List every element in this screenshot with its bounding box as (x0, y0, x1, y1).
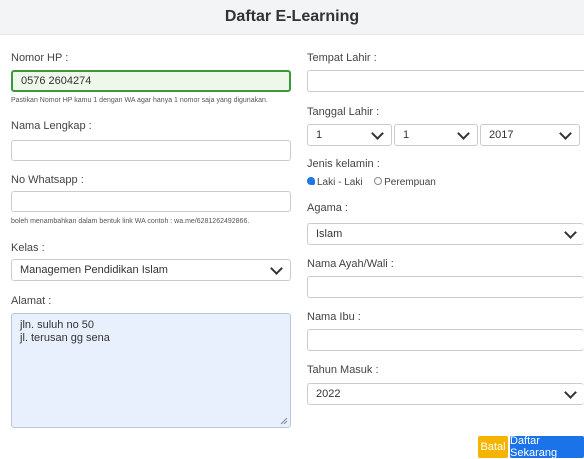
tempat-lahir-input[interactable] (307, 70, 584, 92)
agama-label: Agama : (307, 202, 348, 214)
ibu-input[interactable] (307, 329, 584, 351)
ibu-label: Nama Ibu : (307, 311, 361, 323)
resize-grip-icon[interactable] (280, 417, 288, 425)
tanggal-day-select[interactable]: 1 (307, 124, 392, 146)
page-title: Daftar E-Learning (224, 8, 360, 25)
chevron-down-icon (564, 225, 577, 239)
agama-selected: Islam (316, 228, 343, 240)
gender-options: Laki - Laki Perempuan (307, 177, 436, 188)
radio-checked-icon (307, 177, 315, 186)
phone-label: Nomor HP : (11, 52, 69, 64)
tahun-masuk-selected: 2022 (316, 388, 341, 400)
chevron-down-icon (564, 385, 577, 399)
ayah-input[interactable] (307, 276, 584, 298)
ayah-label: Nama Ayah/Wali : (307, 258, 394, 270)
gender-male-label: Laki - Laki (317, 177, 363, 188)
kelas-select[interactable]: Managemen Pendidikan Islam (11, 259, 291, 281)
gender-female-label: Perempuan (384, 177, 436, 188)
chevron-down-icon (457, 126, 470, 140)
tahun-masuk-select[interactable]: 2022 (307, 383, 584, 405)
fullname-input[interactable] (11, 140, 291, 161)
alamat-textarea[interactable]: jln. suluh no 50 jl. terusan gg sena (11, 313, 291, 428)
whatsapp-label: No Whatsapp : (11, 174, 84, 186)
kelas-label: Kelas : (11, 242, 45, 254)
tanggal-year-value: 2017 (489, 129, 514, 141)
kelas-selected: Managemen Pendidikan Islam (20, 264, 168, 276)
gender-male-radio[interactable]: Laki - Laki (307, 177, 363, 188)
tempat-lahir-label: Tempat Lahir : (307, 52, 377, 64)
alamat-line-1: jln. suluh no 50 (20, 319, 94, 331)
gender-label: Jenis kelamin : (307, 158, 380, 170)
tahun-masuk-label: Tahun Masuk : (307, 364, 379, 376)
cancel-button[interactable]: Batal (478, 436, 508, 458)
agama-select[interactable]: Islam (307, 223, 584, 245)
page-header: Daftar E-Learning (0, 0, 584, 35)
alamat-line-2: jl. terusan gg sena (20, 332, 110, 344)
tanggal-lahir-label: Tanggal Lahir : (307, 106, 380, 118)
alamat-label: Alamat : (11, 295, 52, 307)
chevron-down-icon (371, 126, 384, 140)
phone-hint: Pastikan Nomor HP kamu 1 dengan WA agar … (11, 97, 268, 104)
chevron-down-icon (559, 126, 572, 140)
tanggal-month-select[interactable]: 1 (394, 124, 478, 146)
submit-button[interactable]: Daftar Sekarang (510, 435, 584, 459)
phone-input[interactable]: 0576 2604274 (11, 70, 291, 92)
tanggal-month-value: 1 (403, 129, 410, 141)
tanggal-year-select[interactable]: 2017 (480, 124, 580, 146)
fullname-label: Nama Lengkap : (11, 120, 92, 132)
tanggal-day-value: 1 (316, 129, 323, 141)
radio-unchecked-icon (374, 177, 383, 186)
gender-female-radio[interactable]: Perempuan (374, 177, 436, 188)
phone-input-value: 0576 2604274 (21, 75, 92, 87)
whatsapp-hint: boleh menambahkan dalam bentuk link WA c… (11, 218, 250, 225)
chevron-down-icon (270, 261, 283, 275)
whatsapp-input[interactable] (11, 191, 291, 212)
